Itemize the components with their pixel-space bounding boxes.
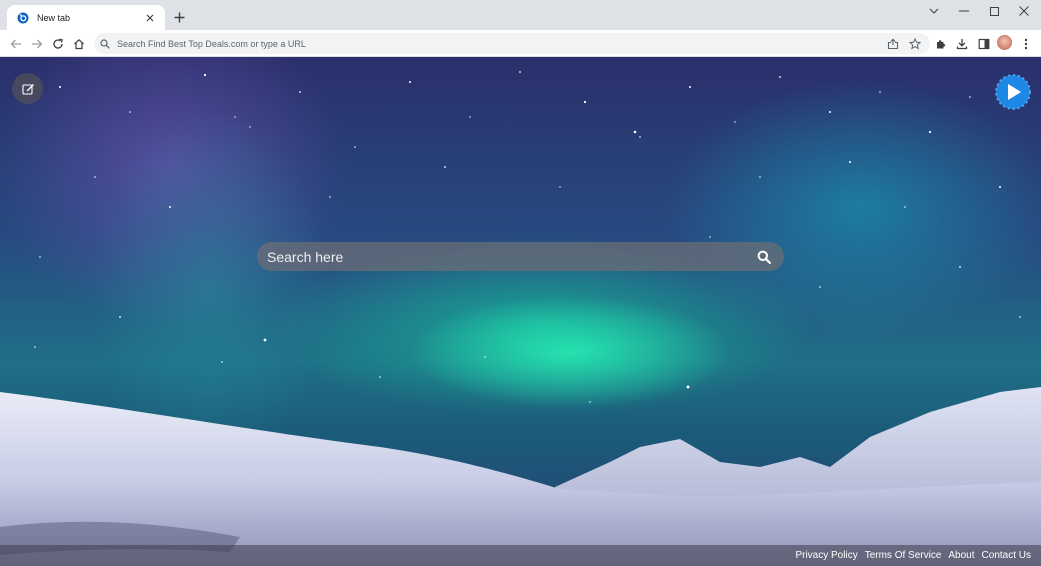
about-link[interactable]: About — [948, 550, 974, 561]
address-bar[interactable]: Search Find Best Top Deals.com or type a… — [94, 33, 930, 54]
side-panel-icon[interactable] — [975, 35, 992, 52]
profile-avatar[interactable] — [997, 35, 1012, 50]
search-bar — [257, 242, 784, 271]
search-icon[interactable] — [749, 242, 779, 271]
new-tab-button[interactable] — [170, 8, 188, 26]
downloads-icon[interactable] — [953, 35, 970, 52]
home-icon[interactable] — [70, 35, 87, 52]
page-footer: Privacy Policy Terms Of Service About Co… — [0, 545, 1041, 566]
new-tab-page: Privacy Policy Terms Of Service About Co… — [0, 57, 1041, 566]
address-bar-placeholder: Search Find Best Top Deals.com or type a… — [117, 38, 306, 49]
reload-icon[interactable] — [49, 35, 66, 52]
omnibox-search-icon — [100, 38, 110, 49]
back-arrow-icon[interactable] — [7, 35, 24, 52]
search-brand-icon — [17, 12, 29, 24]
tab-close-icon[interactable] — [143, 11, 157, 25]
tab-title: New tab — [37, 12, 71, 23]
maximize-icon[interactable] — [979, 3, 1009, 19]
tab-new-tab[interactable]: New tab — [7, 5, 165, 30]
menu-kebab-icon[interactable] — [1017, 35, 1034, 52]
terms-of-service-link[interactable]: Terms Of Service — [865, 550, 942, 561]
privacy-policy-link[interactable]: Privacy Policy — [795, 550, 857, 561]
snowy-landscape — [0, 387, 1041, 566]
forward-arrow-icon[interactable] — [28, 35, 45, 52]
search-input[interactable] — [267, 242, 749, 271]
tab-search-chevron-icon[interactable] — [919, 3, 949, 19]
extensions-puzzle-icon[interactable] — [932, 35, 949, 52]
browser-toolbar: Search Find Best Top Deals.com or type a… — [0, 30, 1041, 57]
bookmark-star-icon[interactable] — [906, 35, 923, 52]
share-icon[interactable] — [884, 35, 901, 52]
edit-background-button[interactable] — [12, 73, 43, 104]
tab-strip: New tab — [0, 0, 1041, 30]
play-video-button[interactable] — [990, 69, 1032, 111]
minimize-icon[interactable] — [949, 3, 979, 19]
window-close-icon[interactable] — [1009, 3, 1039, 19]
contact-us-link[interactable]: Contact Us — [982, 550, 1031, 561]
